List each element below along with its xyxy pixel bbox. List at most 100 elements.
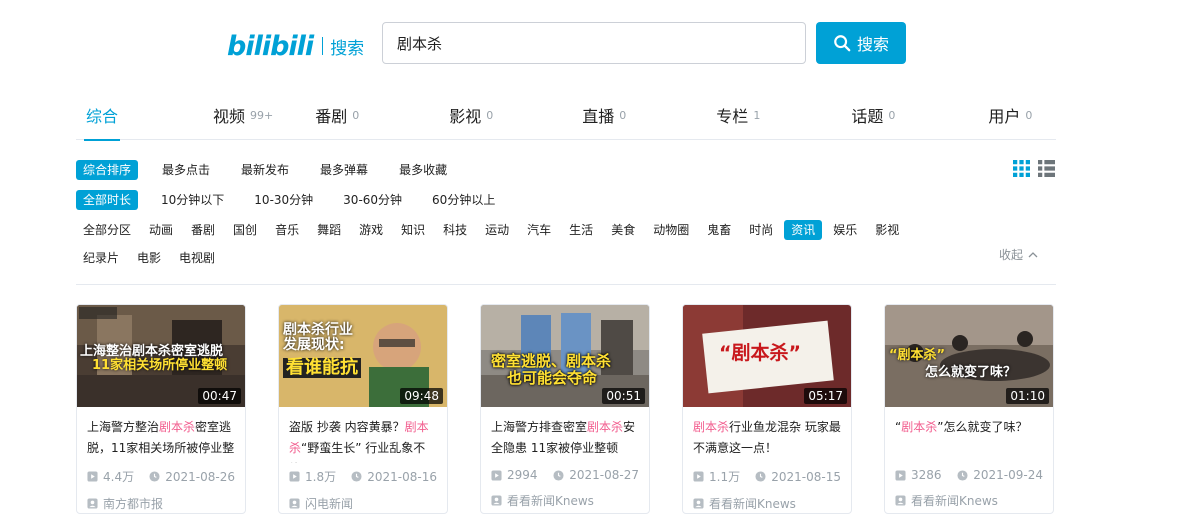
- caption-line: 怎么就变了味？: [925, 365, 1017, 381]
- tab-live[interactable]: 直播 0: [582, 90, 626, 140]
- video-thumbnail[interactable]: 密室逃脱、剧本杀 也可能会夺命 00:51: [481, 305, 649, 407]
- collapse-button[interactable]: 收起: [999, 246, 1038, 263]
- video-thumbnail[interactable]: “剧本杀” 怎么就变了味？ 01:10: [885, 305, 1053, 407]
- thumbnail-caption: 密室逃脱、剧本杀 也可能会夺命: [491, 353, 611, 386]
- zone-option[interactable]: 资讯: [784, 220, 823, 240]
- tab-user[interactable]: 用户 0: [988, 90, 1032, 140]
- zone-option[interactable]: 生活: [562, 220, 600, 240]
- zone-option[interactable]: 舞蹈: [310, 220, 348, 240]
- upload-date-value: 2021-08-15: [771, 469, 841, 484]
- zone-option[interactable]: 娱乐: [826, 220, 864, 240]
- play-icon: [491, 469, 502, 481]
- sort-option[interactable]: 综合排序: [76, 160, 139, 180]
- zone-option[interactable]: 运动: [478, 220, 516, 240]
- sort-option[interactable]: 最多收藏: [392, 160, 454, 180]
- video-card[interactable]: 剧本杀行业 发展现状: 看谁能抗 09:48 盗版 抄袭 内容黄暴？剧本杀“野蛮…: [278, 304, 448, 514]
- duration-option[interactable]: 10-30分钟: [247, 190, 320, 210]
- video-meta: 1.1万 2021-08-15: [683, 463, 851, 485]
- author-name: 闪电新闻: [305, 497, 354, 511]
- logo-text: bilibili: [227, 30, 314, 62]
- play-count: 3286: [895, 468, 957, 482]
- zone-option[interactable]: 美食: [604, 220, 642, 240]
- tab-article[interactable]: 专栏 1: [716, 90, 760, 140]
- zone-option[interactable]: 动画: [142, 220, 180, 240]
- caption-line: 11家相关场所停业整顿: [92, 358, 228, 374]
- author-name: 看看新闻Knews: [911, 494, 998, 508]
- video-author[interactable]: 看看新闻Knews: [683, 485, 851, 512]
- zone-option[interactable]: 时尚: [742, 220, 780, 240]
- sort-option[interactable]: 最多点击: [155, 160, 217, 180]
- tab-all[interactable]: 综合: [83, 90, 121, 141]
- zone-option[interactable]: 番剧: [184, 220, 222, 240]
- zone-option[interactable]: 电视剧: [172, 248, 222, 268]
- grid-view-icon[interactable]: [1013, 160, 1030, 177]
- play-count-value: 1.8万: [305, 470, 337, 484]
- zone-option[interactable]: 动物圈: [646, 220, 696, 240]
- search-button[interactable]: 搜索: [816, 22, 906, 64]
- video-duration: 00:47: [198, 388, 241, 404]
- video-thumbnail[interactable]: 上海整治剧本杀密室逃脱 11家相关场所停业整顿 00:47: [77, 305, 245, 407]
- video-thumbnail[interactable]: 剧本杀行业 发展现状: 看谁能抗 09:48: [279, 305, 447, 407]
- video-card[interactable]: 上海整治剧本杀密室逃脱 11家相关场所停业整顿 00:47 上海警方整治剧本杀密…: [76, 304, 246, 514]
- tab-label: 直播: [582, 107, 615, 126]
- zone-option[interactable]: 音乐: [268, 220, 306, 240]
- video-title[interactable]: 盗版 抄袭 内容黄暴？剧本杀“野蛮生长” 行业乱象不能: [279, 407, 447, 463]
- bilibili-logo[interactable]: bilibili 搜索: [227, 28, 364, 64]
- video-author[interactable]: 闪电新闻: [279, 485, 447, 512]
- play-count-value: 1.1万: [709, 470, 741, 484]
- video-meta: 4.4万 2021-08-26: [77, 463, 245, 485]
- duration-option[interactable]: 10分钟以下: [154, 190, 231, 210]
- zone-option[interactable]: 鬼畜: [700, 220, 738, 240]
- video-author[interactable]: 看看新闻Knews: [481, 482, 649, 509]
- duration-option[interactable]: 全部时长: [76, 190, 139, 210]
- video-meta: 1.8万 2021-08-16: [279, 463, 447, 485]
- collapse-label: 收起: [999, 248, 1024, 262]
- tab-movie[interactable]: 影视 0: [449, 90, 493, 140]
- zone-option[interactable]: 影视: [868, 220, 906, 240]
- zone-option[interactable]: 纪录片: [76, 248, 126, 268]
- duration-option[interactable]: 60分钟以上: [425, 190, 502, 210]
- duration-option[interactable]: 30-60分钟: [336, 190, 409, 210]
- upload-date: 2021-08-16: [351, 470, 437, 484]
- tab-topic[interactable]: 话题 0: [851, 90, 895, 140]
- play-count: 2994: [491, 468, 553, 482]
- thumbnail-caption: “剧本杀” 怎么就变了味？: [889, 348, 1017, 381]
- video-title[interactable]: “剧本杀”怎么就变了味？: [885, 407, 1053, 463]
- clock-icon: [351, 471, 362, 482]
- title-keyword: 剧本杀: [693, 420, 730, 434]
- tab-label: 视频: [213, 107, 246, 126]
- tab-label: 专栏: [716, 107, 749, 126]
- play-icon: [895, 469, 906, 481]
- title-text: 上海警方排查密室: [491, 420, 588, 434]
- play-count: 4.4万: [87, 468, 149, 485]
- upload-date: 2021-09-24: [957, 468, 1043, 482]
- list-view-icon[interactable]: [1038, 160, 1055, 177]
- sort-option[interactable]: 最新发布: [234, 160, 296, 180]
- zone-option[interactable]: 知识: [394, 220, 432, 240]
- tab-count: 0: [888, 108, 896, 122]
- view-toggle: [1013, 160, 1055, 177]
- video-author[interactable]: 南方都市报: [77, 485, 245, 512]
- tab-bangumi[interactable]: 番剧 0: [315, 90, 359, 140]
- video-list: 上海整治剧本杀密室逃脱 11家相关场所停业整顿 00:47 上海警方整治剧本杀密…: [76, 304, 1054, 514]
- video-duration: 05:17: [804, 388, 847, 404]
- zone-option[interactable]: 游戏: [352, 220, 390, 240]
- video-card[interactable]: “剧本杀” 怎么就变了味？ 01:10 “剧本杀”怎么就变了味？ 3286 20…: [884, 304, 1054, 514]
- clock-icon: [957, 469, 968, 481]
- video-title[interactable]: 上海警方整治剧本杀密室逃脱，11家相关场所被停业整: [77, 407, 245, 463]
- video-title[interactable]: 剧本杀行业鱼龙混杂 玩家最不满意这一点！: [683, 407, 851, 463]
- duration-filter: 全部时长 10分钟以下 10-30分钟 30-60分钟 60分钟以上: [76, 190, 518, 210]
- search-input[interactable]: [383, 23, 805, 63]
- video-card[interactable]: 密室逃脱、剧本杀 也可能会夺命 00:51 上海警方排查密室剧本杀安全隐患 11…: [480, 304, 650, 514]
- zone-option[interactable]: 科技: [436, 220, 474, 240]
- video-author[interactable]: 看看新闻Knews: [885, 482, 1053, 509]
- video-thumbnail[interactable]: “剧本杀” 05:17: [683, 305, 851, 407]
- zone-option[interactable]: 汽车: [520, 220, 558, 240]
- zone-option[interactable]: 全部分区: [76, 220, 138, 240]
- sort-option[interactable]: 最多弹幕: [313, 160, 375, 180]
- video-card[interactable]: “剧本杀” 05:17 剧本杀行业鱼龙混杂 玩家最不满意这一点！ 1.1万 20…: [682, 304, 852, 514]
- zone-option[interactable]: 国创: [226, 220, 264, 240]
- tab-video[interactable]: 视频 99+: [213, 90, 273, 140]
- video-title[interactable]: 上海警方排查密室剧本杀安全隐患 11家被停业整顿: [481, 407, 649, 463]
- zone-option[interactable]: 电影: [130, 248, 168, 268]
